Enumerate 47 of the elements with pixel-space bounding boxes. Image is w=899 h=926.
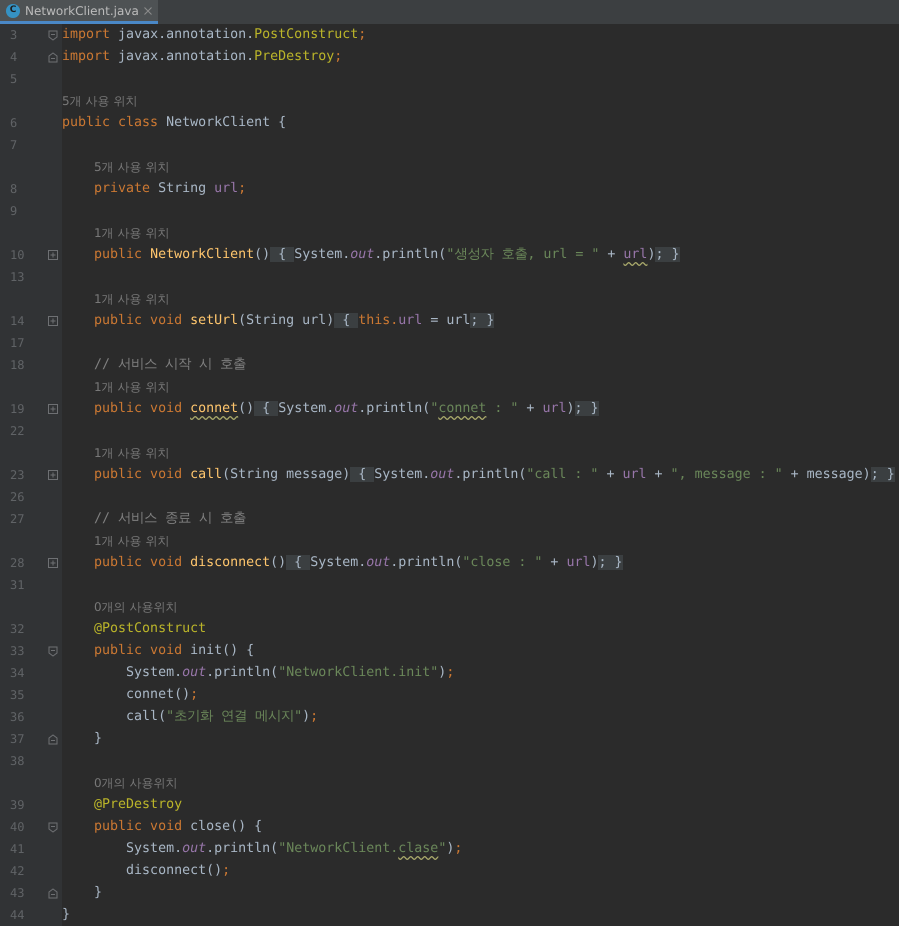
fold-icon[interactable] [48, 888, 58, 898]
usage-hint[interactable]: 1개 사용 위치 [94, 290, 170, 308]
code-line: public void init() { [93, 642, 254, 660]
code-line: } [93, 730, 102, 748]
tab-title: NetworkClient.java [25, 2, 139, 20]
code-line: public void close() { [93, 818, 262, 836]
code-line: import javax.annotation.PostConstruct; [62, 26, 366, 44]
code-line: public void setUrl(String url) { this.url = url; } [93, 312, 494, 330]
usage-hint[interactable]: 1개 사용 위치 [94, 378, 170, 396]
expand-icon[interactable] [48, 404, 58, 414]
usage-hint[interactable]: 1개 사용 위치 [94, 532, 170, 550]
code-line: System.out.println("NetworkClient.init"); [125, 664, 454, 682]
code-line: public void connet() { System.out.println("connet : " + url); } [93, 400, 599, 418]
code-line: public class NetworkClient { [62, 114, 286, 132]
code-line: public NetworkClient() { System.out.println("생성자 호출, url = " + url); } [93, 246, 680, 264]
code-line: disconnect(); [125, 862, 230, 880]
fold-icon[interactable] [48, 52, 58, 62]
code-line: import javax.annotation.PreDestroy; [62, 48, 342, 66]
usage-hint[interactable]: 1개 사용 위치 [94, 224, 170, 242]
usage-hint[interactable]: 1개 사용 위치 [94, 444, 170, 462]
code-line: // 서비스 시작 시 호출 [93, 356, 246, 374]
fold-icon[interactable] [48, 822, 58, 832]
fold-icon[interactable] [48, 646, 58, 656]
code-line: } [93, 884, 102, 902]
code-line: } [62, 906, 70, 924]
code-line: // 서비스 종료 시 호출 [93, 510, 246, 528]
code-line: call("초기화 연결 메시지"); [125, 708, 318, 726]
expand-icon[interactable] [48, 470, 58, 480]
usage-hint[interactable]: 5개 사용 위치 [94, 158, 170, 176]
code-line: private String url; [93, 180, 246, 198]
class-icon: C [6, 4, 20, 18]
code-line: connet(); [125, 686, 198, 704]
fold-icon[interactable] [48, 30, 58, 40]
code-line: @PreDestroy [93, 796, 182, 814]
editor-tab[interactable]: C NetworkClient.java [0, 0, 158, 24]
expand-icon[interactable] [48, 250, 58, 260]
usage-hint[interactable]: 0개의 사용위치 [94, 598, 178, 616]
usage-hint[interactable]: 5개 사용 위치 [62, 92, 138, 110]
fold-icon[interactable] [48, 734, 58, 744]
code-line: public void disconnect() { System.out.println("close : " + url); } [93, 554, 623, 572]
expand-icon[interactable] [48, 558, 58, 568]
code-line: System.out.println("NetworkClient.clase"); [125, 840, 462, 858]
usage-hint[interactable]: 0개의 사용위치 [94, 774, 178, 792]
code-line: @PostConstruct [93, 620, 206, 638]
code-line: public void call(String message) { System.out.println("call : " + url + ", message : " + message); } [93, 466, 895, 484]
expand-icon[interactable] [48, 316, 58, 326]
close-icon[interactable] [144, 6, 152, 14]
